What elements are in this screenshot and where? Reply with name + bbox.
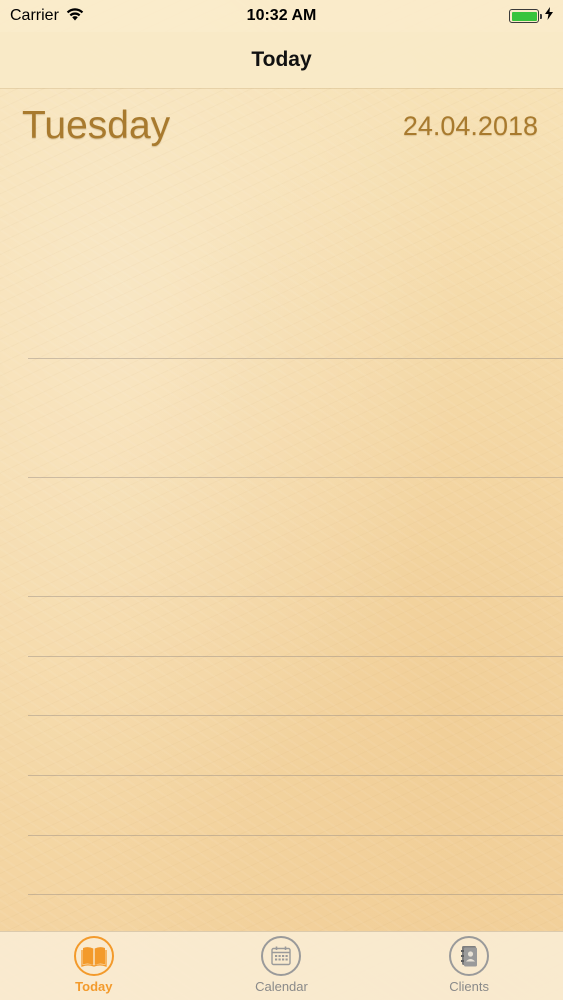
status-right bbox=[509, 7, 553, 25]
charging-bolt-icon bbox=[545, 7, 553, 25]
status-left: Carrier bbox=[10, 7, 85, 26]
tab-calendar[interactable]: Calendar bbox=[221, 932, 341, 994]
tab-label: Clients bbox=[449, 979, 490, 994]
ruled-line bbox=[28, 477, 563, 478]
navigation-bar: Today bbox=[0, 32, 563, 88]
ruled-line bbox=[28, 835, 563, 836]
ruled-line bbox=[28, 656, 563, 657]
tab-label: Today bbox=[75, 979, 113, 994]
tab-bar: Today Calendar Clients bbox=[0, 931, 563, 1000]
calendar-icon bbox=[261, 936, 302, 976]
ruled-line bbox=[28, 894, 563, 895]
ruled-line bbox=[28, 775, 563, 776]
date-label: 24.04.2018 bbox=[402, 111, 538, 141]
status-bar: Carrier 10:32 AM bbox=[0, 0, 563, 32]
weekday-heading: Tuesday bbox=[22, 104, 171, 147]
nav-title: Today bbox=[251, 48, 312, 71]
ruled-line bbox=[28, 715, 563, 716]
tab-label: Calendar bbox=[255, 979, 308, 994]
ruled-line bbox=[28, 596, 563, 597]
battery-fill bbox=[511, 11, 537, 21]
contacts-book-icon bbox=[449, 936, 490, 976]
today-screen: Carrier 10:32 AM Today Tuesday 24.04.201… bbox=[0, 0, 563, 1000]
tab-today[interactable]: Today bbox=[34, 932, 154, 994]
ruled-line bbox=[28, 358, 563, 359]
book-icon bbox=[73, 936, 114, 976]
wifi-icon bbox=[65, 7, 85, 26]
carrier-label: Carrier bbox=[10, 7, 59, 24]
battery-icon bbox=[509, 9, 542, 23]
tab-clients[interactable]: Clients bbox=[409, 932, 529, 994]
